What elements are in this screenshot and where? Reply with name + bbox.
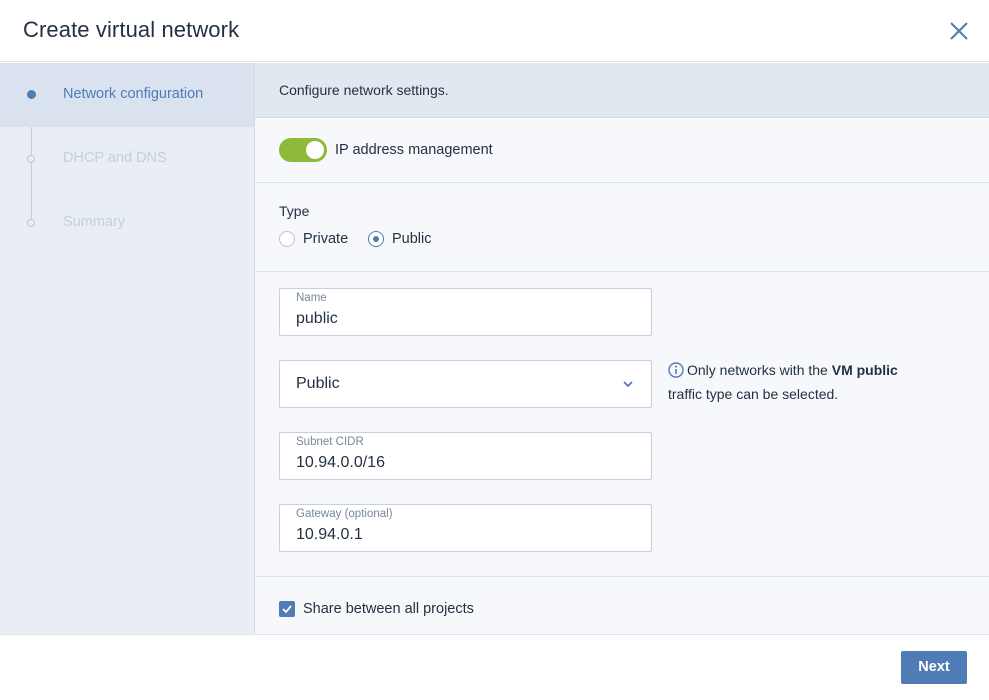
step-dot bbox=[27, 155, 35, 163]
share-label[interactable]: Share between all projects bbox=[303, 601, 474, 617]
step-network-configuration[interactable]: Network configuration bbox=[0, 63, 254, 127]
chevron-down-icon bbox=[623, 381, 633, 388]
toggle-knob bbox=[306, 141, 324, 159]
dialog-header: Create virtual network bbox=[0, 0, 989, 62]
gateway-label: Gateway (optional) bbox=[296, 508, 393, 520]
gateway-field[interactable]: Gateway (optional) 10.94.0.1 bbox=[279, 504, 652, 552]
name-field-label: Name bbox=[296, 292, 327, 304]
type-label: Type bbox=[279, 203, 310, 219]
checkmark-icon bbox=[282, 605, 292, 614]
network-select[interactable]: Public bbox=[279, 360, 652, 408]
gateway-value[interactable]: 10.94.0.1 bbox=[296, 526, 363, 544]
name-field[interactable]: Name public bbox=[279, 288, 652, 336]
ip-management-label: IP address management bbox=[335, 142, 493, 158]
network-select-value: Public bbox=[296, 375, 340, 392]
subnet-cidr-value[interactable]: 10.94.0.0/16 bbox=[296, 454, 385, 472]
content-panel: Configure network settings. IP address m… bbox=[255, 63, 989, 634]
step-dot bbox=[27, 90, 36, 99]
subnet-cidr-label: Subnet CIDR bbox=[296, 436, 364, 448]
settings-banner: Configure network settings. bbox=[255, 63, 989, 118]
radio-private[interactable] bbox=[279, 231, 295, 247]
wizard-steps: Network configuration DHCP and DNS Summa… bbox=[0, 63, 255, 634]
info-text-line1: Only networks with the VM public bbox=[687, 362, 898, 378]
ip-management-toggle[interactable] bbox=[279, 138, 327, 162]
step-dot bbox=[27, 219, 35, 227]
name-field-value[interactable]: public bbox=[296, 310, 338, 328]
radio-private-label[interactable]: Private bbox=[303, 231, 348, 247]
step-summary[interactable]: Summary bbox=[0, 191, 254, 255]
type-section: Type Private Public bbox=[255, 183, 989, 272]
info-icon bbox=[668, 362, 684, 378]
next-button[interactable]: Next bbox=[901, 651, 967, 684]
radio-public[interactable] bbox=[368, 231, 384, 247]
close-icon[interactable] bbox=[946, 18, 972, 44]
step-label: Summary bbox=[63, 214, 126, 230]
dialog-title: Create virtual network bbox=[23, 17, 240, 42]
share-checkbox[interactable] bbox=[279, 601, 295, 617]
banner-text: Configure network settings. bbox=[279, 82, 449, 98]
share-section: Share between all projects bbox=[255, 576, 989, 634]
step-dhcp-and-dns[interactable]: DHCP and DNS bbox=[0, 127, 254, 191]
step-label: Network configuration bbox=[63, 86, 204, 102]
ip-management-section: IP address management bbox=[255, 118, 989, 183]
subnet-cidr-field[interactable]: Subnet CIDR 10.94.0.0/16 bbox=[279, 432, 652, 480]
step-label: DHCP and DNS bbox=[63, 150, 167, 166]
info-text-line2: traffic type can be selected. bbox=[668, 386, 839, 402]
radio-public-label[interactable]: Public bbox=[392, 231, 432, 247]
info-bold-text: VM public bbox=[831, 362, 898, 378]
dialog-footer: Next bbox=[0, 634, 989, 700]
